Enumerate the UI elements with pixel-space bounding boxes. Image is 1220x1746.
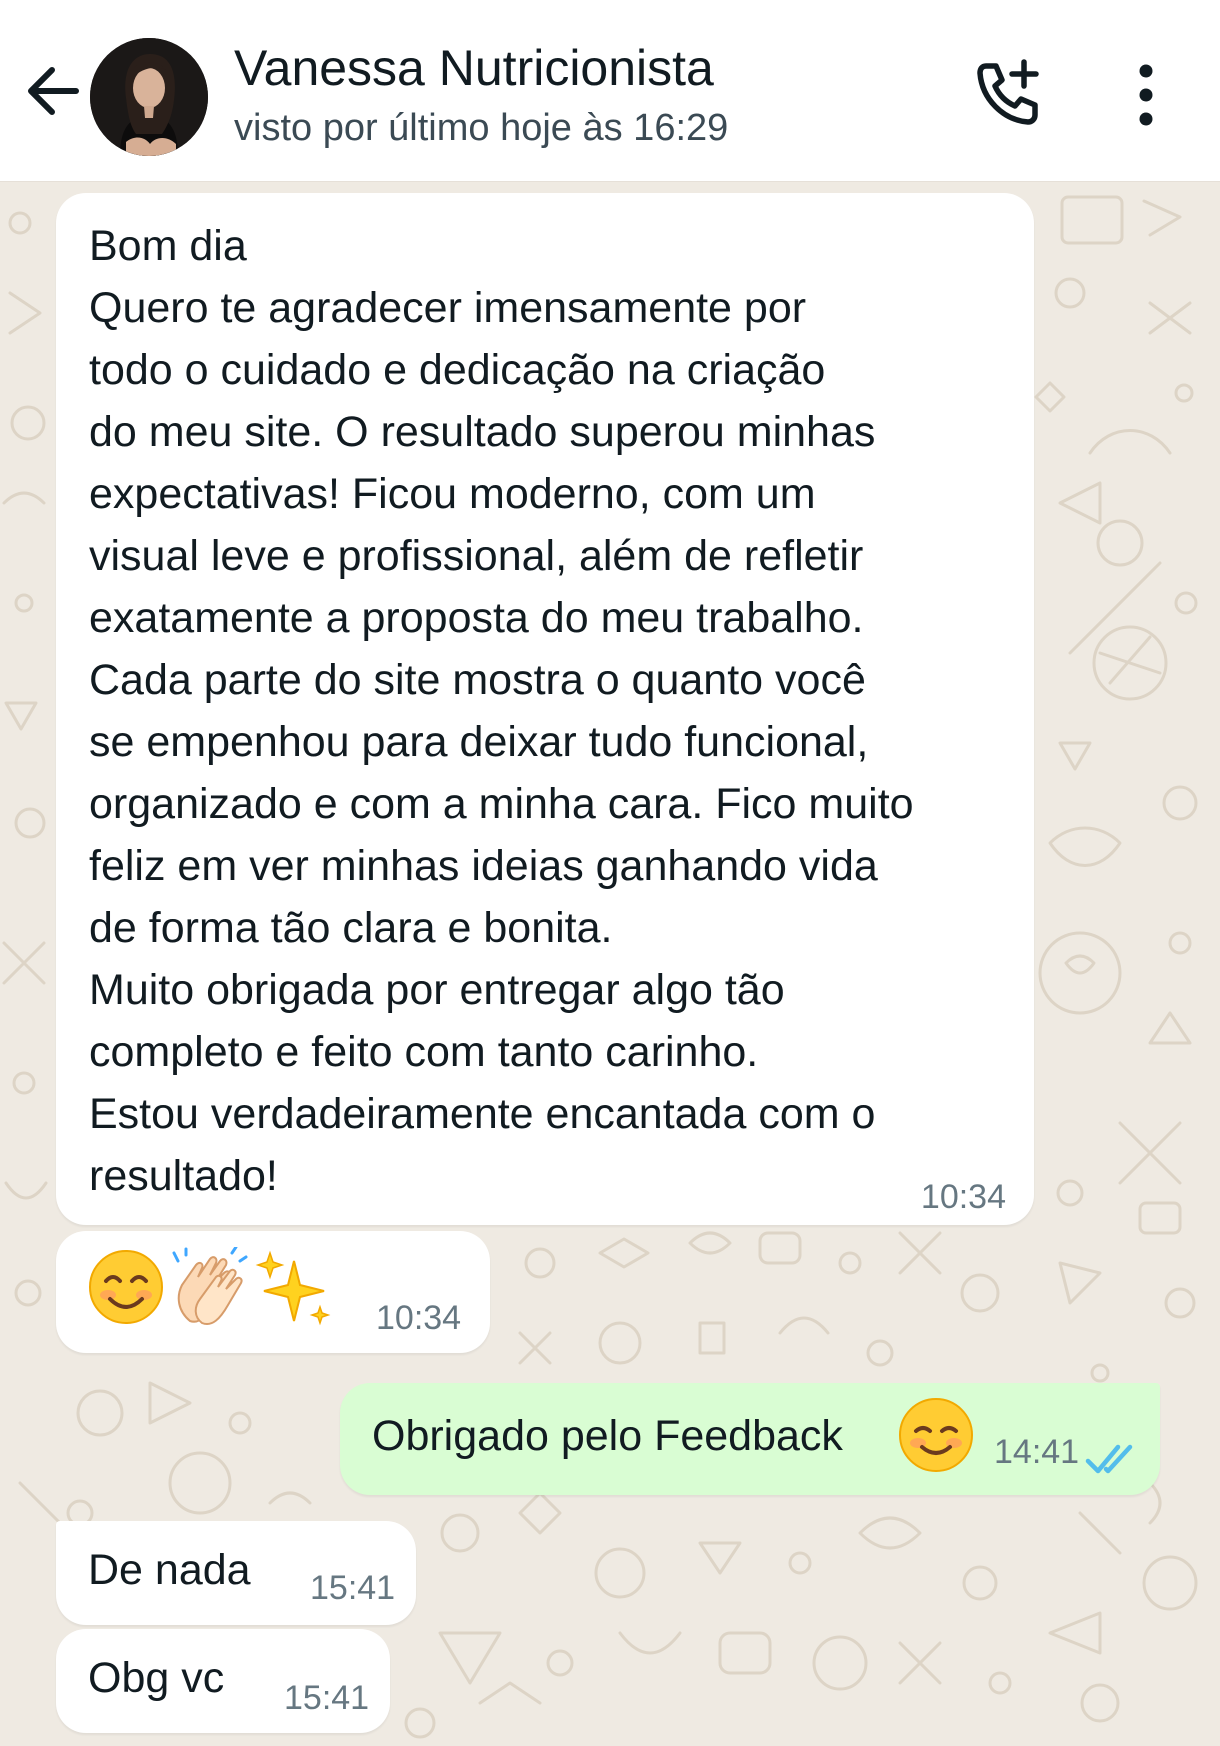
double-check-read-icon [1085,1444,1133,1474]
message-line: feliz em ver minhas ideias ganhando vida [89,842,878,890]
message-line: organizado e com a minha cara. Fico muit… [89,780,914,828]
smiling-face-emoji [899,1398,973,1472]
message-line: Quero te agradecer imensamente por [89,284,807,332]
incoming-message[interactable]: Obg vc 15:41 [56,1629,390,1733]
emoji-row [86,1247,334,1327]
message-line: completo e feito com tanto carinho. [89,1028,759,1076]
message-text: Bom dia Quero te agradecer imensamente p… [89,215,1019,1207]
message-line: Estou verdadeiramente encantada com o [89,1090,876,1138]
message-line: se empenhou para deixar tudo funcional, [89,718,869,766]
smiling-face-emoji [89,1250,163,1324]
arrow-left-icon [28,67,79,115]
message-time: 14:41 [994,1433,1080,1471]
message-line: Cada parte do site mostra o quanto você [89,656,866,704]
more-options-button[interactable] [1116,62,1176,128]
message-time: 10:34 [920,1178,1006,1216]
message-line: do meu site. O resultado superou minhas [89,408,876,456]
chat-area[interactable]: Bom dia Quero te agradecer imensamente p… [0,183,1220,1746]
phone-add-icon [977,59,1039,125]
back-button[interactable] [22,60,84,122]
add-call-button[interactable] [972,58,1044,130]
chat-header: Vanessa Nutricionista visto por último h… [0,0,1220,182]
message-line: resultado! [89,1152,278,1200]
more-vertical-icon [1139,64,1153,126]
message-line: todo o cuidado e dedicação na criação [89,346,826,394]
incoming-message-emoji[interactable]: 10:34 [56,1231,490,1353]
message-line: visual leve e profissional, além de refl… [89,532,864,580]
message-time: 15:41 [284,1679,370,1717]
message-line: Muito obrigada por entregar algo tão [89,966,785,1014]
last-seen-status: visto por último hoje às 16:29 [234,107,729,149]
message-line: exatamente a proposta do meu trabalho. [89,594,864,642]
message-time: 15:41 [310,1569,396,1607]
avatar[interactable] [90,38,208,156]
message-line: de forma tão clara e bonita. [89,904,613,952]
message-text: Obg vc [88,1654,225,1702]
clapping-hands-emoji [172,1247,248,1325]
message-line: Bom dia [89,222,247,270]
message-text: De nada [88,1546,251,1594]
incoming-message[interactable]: Bom dia Quero te agradecer imensamente p… [56,193,1034,1225]
outgoing-message[interactable]: Obrigado pelo Feedback 14:41 [340,1383,1160,1495]
sparkles-emoji [255,1250,331,1326]
message-time: 10:34 [376,1299,462,1337]
message-line: expectativas! Ficou moderno, com um [89,470,816,518]
message-text: Obrigado pelo Feedback [372,1412,843,1460]
contact-name[interactable]: Vanessa Nutricionista [234,38,714,98]
incoming-message[interactable]: De nada 15:41 [56,1521,416,1625]
